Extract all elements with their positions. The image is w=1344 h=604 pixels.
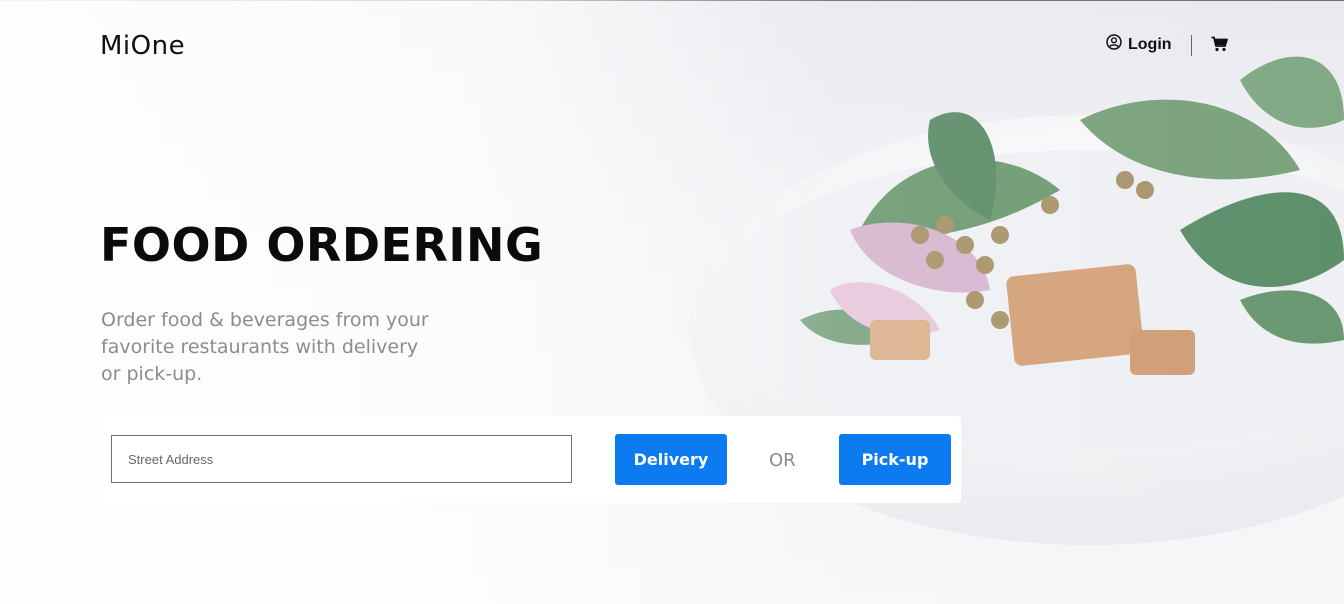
login-label: Login bbox=[1128, 35, 1172, 53]
login-link[interactable]: Login bbox=[1106, 34, 1172, 55]
brand-logo[interactable]: MiOne bbox=[100, 31, 185, 61]
page-title: FOOD ORDERING bbox=[100, 218, 544, 272]
delivery-button[interactable]: Delivery bbox=[615, 434, 727, 485]
pickup-button[interactable]: Pick-up bbox=[839, 434, 951, 485]
street-address-input[interactable] bbox=[111, 435, 572, 483]
user-circle-icon bbox=[1106, 34, 1122, 55]
shopping-cart-icon[interactable] bbox=[1211, 36, 1228, 57]
hero-overlay bbox=[0, 0, 1344, 604]
hero-subtitle: Order food & beverages from your favorit… bbox=[101, 309, 429, 385]
site-header: MiOne Login bbox=[0, 0, 1344, 90]
nav-divider bbox=[1191, 35, 1192, 56]
or-separator: OR bbox=[769, 450, 796, 471]
order-panel: Delivery OR Pick-up bbox=[100, 416, 961, 503]
